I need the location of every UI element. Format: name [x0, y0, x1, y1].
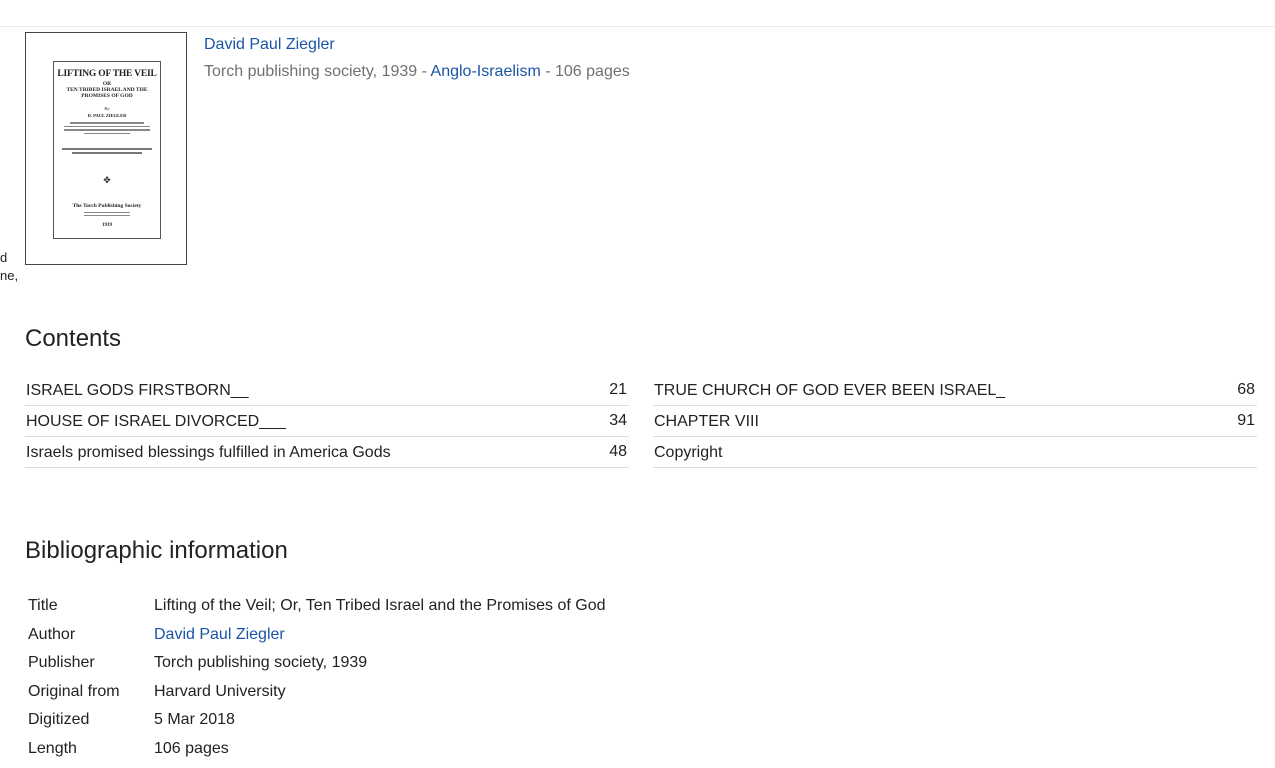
- contents-entry[interactable]: HOUSE OF ISRAEL DIVORCED___ 34: [25, 406, 629, 437]
- bib-value: 5 Mar 2018: [154, 711, 235, 729]
- book-author-line: David Paul Ziegler: [204, 36, 335, 54]
- bib-row-original-from: Original from Harvard University: [28, 678, 606, 707]
- contents-entry-page: 21: [609, 381, 627, 398]
- bib-row-title: Title Lifting of the Veil; Or, Ten Tribe…: [28, 592, 606, 621]
- contents-entry[interactable]: Israels promised blessings fulfilled in …: [25, 437, 629, 468]
- cover-city: [84, 212, 130, 218]
- cover-by: By: [104, 106, 110, 111]
- cover-subtitle: OR TEN TRIBED ISRAEL AND THE PROMISES OF…: [54, 81, 160, 99]
- cover-author: D. PAUL ZIEGLER: [87, 113, 127, 118]
- cover-quote: [62, 148, 152, 156]
- contents-entry[interactable]: TRUE CHURCH OF GOD EVER BEEN ISRAEL_ 68: [653, 374, 1257, 406]
- book-meta-line: Torch publishing society, 1939 - Anglo-I…: [204, 63, 630, 81]
- top-divider: [0, 26, 1275, 27]
- contents-entry-title: Copyright: [654, 444, 723, 461]
- contents-entry-page: 91: [1237, 412, 1255, 429]
- bib-label: Author: [28, 625, 76, 643]
- bib-label: Title: [28, 597, 58, 615]
- subject-link[interactable]: Anglo-Israelism: [431, 63, 541, 80]
- publisher-year: Torch publishing society, 1939: [204, 63, 418, 80]
- bib-label: Original from: [28, 682, 120, 700]
- contents-entry[interactable]: ISRAEL GODS FIRSTBORN__ 21: [25, 374, 629, 406]
- contents-entry-page: 34: [609, 412, 627, 429]
- bib-value: 106 pages: [154, 739, 229, 757]
- contents-entry-title: CHAPTER VIII: [654, 413, 759, 430]
- bib-label: Publisher: [28, 654, 95, 672]
- bibliographic-heading: Bibliographic information: [25, 537, 288, 564]
- cover-subtitle-line: PROMISES OF GOD: [81, 92, 133, 99]
- meta-separator: -: [540, 63, 555, 80]
- bib-row-length: Length 106 pages: [28, 735, 606, 764]
- bib-value: Harvard University: [154, 682, 286, 700]
- page-count: 106 pages: [555, 63, 630, 80]
- contents-entry-title: ISRAEL GODS FIRSTBORN__: [26, 382, 249, 399]
- author-link[interactable]: David Paul Ziegler: [204, 36, 335, 53]
- contents-column-left: ISRAEL GODS FIRSTBORN__ 21 HOUSE OF ISRA…: [25, 374, 629, 468]
- bib-value: Lifting of the Veil; Or, Ten Tribed Isra…: [154, 597, 606, 615]
- contents-entry[interactable]: CHAPTER VIII 91: [653, 406, 1257, 437]
- book-cover-page: LIFTING OF THE VEIL OR TEN TRIBED ISRAEL…: [53, 61, 161, 239]
- bib-row-author: Author David Paul Ziegler: [28, 621, 606, 650]
- contents-entry-title: TRUE CHURCH OF GOD EVER BEEN ISRAEL_: [654, 382, 1006, 399]
- contents-column-right: TRUE CHURCH OF GOD EVER BEEN ISRAEL_ 68 …: [653, 374, 1257, 468]
- cover-title: LIFTING OF THE VEIL: [57, 69, 157, 79]
- contents-entry-page: 68: [1237, 381, 1255, 398]
- cover-year: 1939: [102, 223, 112, 228]
- bibliographic-table: Title Lifting of the Veil; Or, Ten Tribe…: [28, 592, 606, 763]
- bib-row-digitized: Digitized 5 Mar 2018: [28, 706, 606, 735]
- bib-author-link[interactable]: David Paul Ziegler: [154, 626, 285, 644]
- clipped-text-fragment: d: [0, 250, 8, 265]
- bib-row-publisher: Publisher Torch publishing society, 1939: [28, 649, 606, 678]
- book-cover-thumbnail[interactable]: LIFTING OF THE VEIL OR TEN TRIBED ISRAEL…: [25, 32, 187, 265]
- contents-entry[interactable]: Copyright: [653, 437, 1257, 468]
- bib-value: Torch publishing society, 1939: [154, 654, 368, 672]
- clipped-text-fragment: ne,: [0, 268, 19, 283]
- contents-entry-page: 48: [609, 443, 627, 460]
- cover-fine-print: [64, 122, 150, 136]
- contents-entry-title: HOUSE OF ISRAEL DIVORCED___: [26, 413, 286, 430]
- bib-label: Length: [28, 739, 77, 757]
- contents-entry-title: Israels promised blessings fulfilled in …: [26, 444, 391, 461]
- meta-separator: -: [417, 63, 431, 80]
- contents-heading: Contents: [25, 325, 122, 352]
- bib-label: Digitized: [28, 711, 90, 729]
- cover-publisher: The Torch Publishing Society: [72, 203, 142, 209]
- ornament-icon: ✥: [103, 175, 111, 185]
